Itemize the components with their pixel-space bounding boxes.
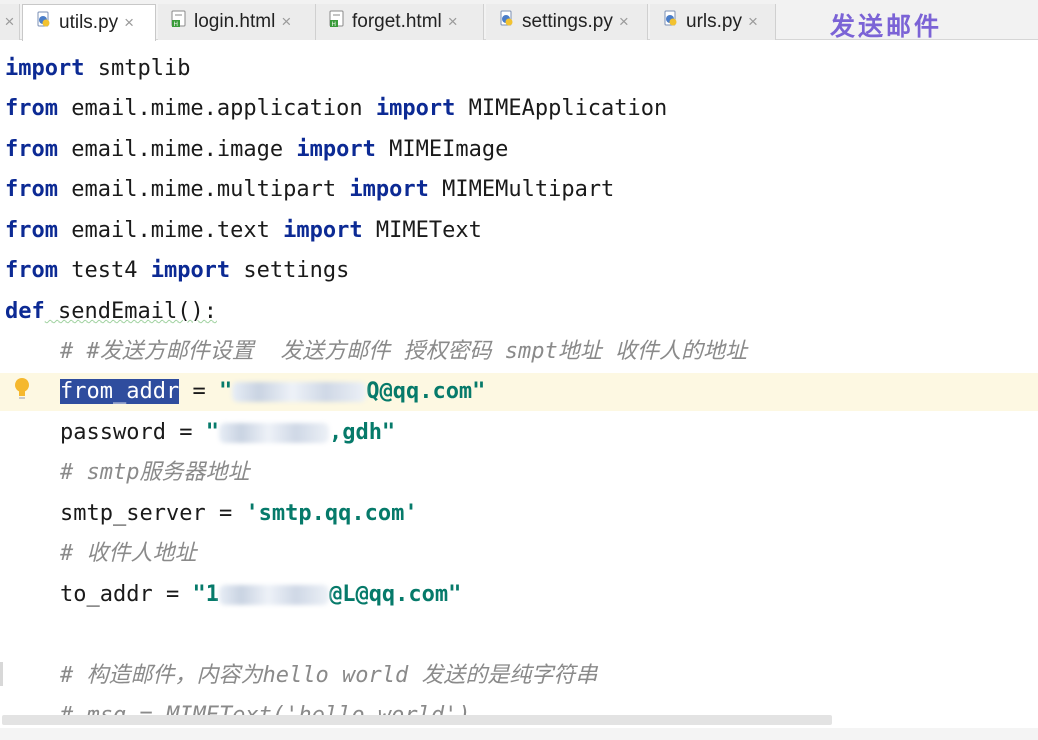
python-file-icon	[498, 10, 516, 34]
keyword: import	[5, 56, 85, 81]
comment: # smtp服务器地址	[60, 460, 250, 485]
code-line-empty[interactable]	[0, 616, 1038, 654]
code-text: to_addr =	[60, 582, 193, 607]
code-text: MIMEImage	[375, 137, 509, 162]
code-line[interactable]: # msg = MIMEText('hello world')	[0, 697, 1038, 715]
close-icon[interactable]: ×	[448, 12, 458, 32]
close-icon[interactable]: ×	[748, 12, 758, 32]
code-line-current[interactable]: from_addr = " Q@qq.com"	[0, 373, 1038, 411]
code-text: test4	[57, 258, 151, 283]
code-text: MIMEApplication	[455, 96, 668, 121]
selected-text[interactable]: from_addr	[60, 379, 180, 404]
keyword: def	[5, 299, 45, 324]
code-line[interactable]: to_addr = "1 @L@qq.com"	[0, 576, 1038, 614]
status-strip	[0, 728, 1038, 740]
keyword: from	[5, 258, 58, 283]
code-line[interactable]: # smtp服务器地址	[0, 454, 1038, 492]
editor-tab-bar: × utils.py × H login.html × H forget.htm…	[0, 0, 1038, 41]
close-icon[interactable]: ×	[124, 13, 134, 33]
string-literal: Q@qq.com"	[366, 379, 486, 404]
code-text: sendEmail():	[44, 299, 217, 324]
code-line[interactable]: from email.mime.application import MIMEA…	[0, 90, 1038, 128]
keyword: from	[5, 177, 58, 202]
code-editor[interactable]: import smtplib from email.mime.applicati…	[0, 50, 1038, 715]
code-text: email.mime.application	[57, 96, 376, 121]
python-file-icon	[662, 10, 680, 34]
gutter-marker	[0, 662, 3, 686]
code-text: email.mime.image	[57, 137, 297, 162]
code-text: MIMEMultipart	[428, 177, 615, 202]
redacted-text	[232, 382, 367, 402]
keyword: from	[5, 96, 58, 121]
code-line[interactable]: # #发送方邮件设置 发送方邮件 授权密码 smpt地址 收件人的地址	[0, 333, 1038, 371]
string-literal: @L@qq.com"	[328, 582, 462, 607]
string-literal: "1	[192, 582, 219, 607]
tab-label: urls.py	[686, 11, 742, 32]
svg-text:H: H	[174, 21, 179, 28]
html-file-icon: H	[328, 10, 346, 34]
code-line[interactable]: def sendEmail():	[0, 293, 1038, 331]
comment: # 收件人地址	[60, 541, 197, 566]
code-line[interactable]: from email.mime.text import MIMEText	[0, 212, 1038, 250]
tab-label: utils.py	[59, 12, 119, 33]
title-banner: 发送邮件	[830, 12, 943, 41]
comment: # msg = MIMEText('hello world')	[60, 697, 471, 715]
string-literal: "	[218, 379, 233, 404]
code-text: smtplib	[84, 56, 191, 81]
tab-login-html[interactable]: H login.html ×	[158, 4, 316, 40]
html-file-icon: H	[170, 10, 188, 34]
code-text: email.mime.multipart	[57, 177, 350, 202]
keyword: import	[349, 177, 429, 202]
svg-text:H: H	[332, 21, 337, 28]
redacted-text	[218, 423, 329, 443]
code-text: password =	[60, 420, 206, 445]
comment: # #发送方邮件设置 发送方邮件 授权密码 smpt地址 收件人的地址	[60, 339, 747, 364]
code-line[interactable]: # 构造邮件，内容为hello world 发送的是纯字符串	[0, 657, 1038, 695]
code-line[interactable]: smtp_server = 'smtp.qq.com'	[0, 495, 1038, 533]
code-text: MIMEText	[362, 218, 482, 243]
code-line[interactable]: from email.mime.image import MIMEImage	[0, 131, 1038, 169]
tab-forget-html[interactable]: H forget.html ×	[316, 4, 484, 40]
keyword: import	[375, 96, 456, 121]
horizontal-scrollbar[interactable]	[2, 715, 832, 725]
code-line[interactable]: from test4 import settings	[0, 252, 1038, 290]
lightbulb-icon[interactable]	[13, 376, 31, 402]
code-text: email.mime.text	[57, 218, 284, 243]
code-line[interactable]: password = " ,gdh"	[0, 414, 1038, 452]
code-line[interactable]: from email.mime.multipart import MIMEMul…	[0, 171, 1038, 209]
tab-label: forget.html	[352, 11, 442, 32]
keyword: import	[283, 218, 363, 243]
string-literal: 'smtp.qq.com'	[245, 501, 418, 526]
tab-settings-py[interactable]: settings.py ×	[486, 4, 648, 40]
code-line[interactable]: import smtplib	[0, 50, 1038, 88]
tab-urls-py[interactable]: urls.py ×	[650, 4, 776, 40]
tab-label: settings.py	[522, 11, 613, 32]
tab-previous-close-button[interactable]: ×	[0, 4, 20, 40]
code-text: smtp_server =	[60, 501, 246, 526]
string-literal: "	[205, 420, 219, 445]
tab-label: login.html	[194, 11, 276, 32]
close-icon[interactable]: ×	[619, 12, 629, 32]
string-literal: ,gdh"	[328, 420, 396, 445]
code-text: settings	[230, 258, 350, 283]
close-icon[interactable]: ×	[281, 12, 291, 32]
keyword: from	[5, 137, 58, 162]
python-file-icon	[35, 11, 53, 35]
code-line[interactable]: # 收件人地址	[0, 535, 1038, 573]
redacted-text	[218, 585, 329, 605]
code-text: =	[179, 379, 219, 404]
keyword: import	[150, 258, 231, 283]
comment: # 构造邮件，内容为hello world 发送的是纯字符串	[60, 663, 598, 688]
keyword: import	[296, 137, 376, 162]
keyword: from	[5, 218, 58, 243]
tab-utils-py[interactable]: utils.py ×	[22, 4, 156, 41]
